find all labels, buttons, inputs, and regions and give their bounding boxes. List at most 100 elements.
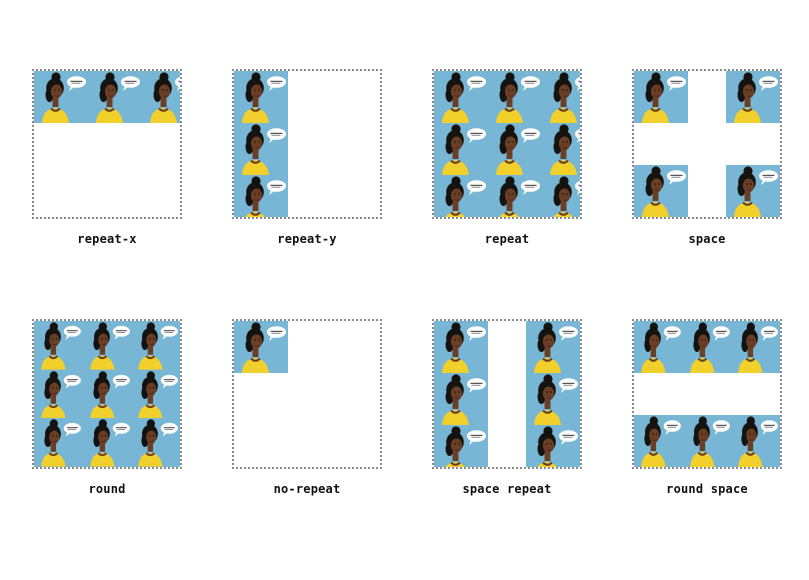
background-tile [488,175,542,217]
demo-box-no-repeat [232,319,382,469]
demo-caption: repeat [484,232,530,246]
woman-speech-bubble-icon [88,71,142,123]
background-tile [82,418,132,467]
demo-caption: space [688,232,726,246]
demo-box-repeat-x [32,69,182,219]
background-tile [731,321,780,373]
background-tile [131,321,180,370]
woman-speech-bubble-icon [726,71,780,123]
background-tile [88,71,142,123]
demo-box-space [632,69,782,219]
woman-speech-bubble-icon [34,369,83,419]
woman-speech-bubble-icon [634,321,683,373]
background-tile [34,418,83,467]
background-tile [526,373,580,425]
woman-speech-bubble-icon [82,321,132,370]
woman-speech-bubble-icon [82,418,132,467]
demo-caption: round [88,482,126,496]
woman-speech-bubble-icon [34,71,88,123]
demo-caption: repeat-x [77,232,137,246]
woman-speech-bubble-icon [434,175,488,217]
woman-speech-bubble-icon [34,321,83,370]
demo-repeat: repeat [432,69,582,246]
background-tile [526,425,580,467]
woman-speech-bubble-icon [726,165,780,217]
woman-speech-bubble-icon [434,71,488,123]
woman-speech-bubble-icon [488,175,542,217]
demo-space-repeat: space repeat [432,319,582,496]
woman-speech-bubble-icon [542,123,580,175]
background-tile [434,71,488,123]
woman-speech-bubble-icon [82,369,132,419]
background-tile [434,373,488,425]
background-tile [542,175,580,217]
background-tile [634,415,683,467]
woman-speech-bubble-icon [542,71,580,123]
woman-speech-bubble-icon [434,373,488,425]
woman-speech-bubble-icon [634,71,688,123]
background-tile [488,123,542,175]
demo-round-space: round space [632,319,782,496]
demo-repeat-x: repeat-x [32,69,182,246]
demo-box-round-space [632,319,782,469]
demo-box-repeat [432,69,582,219]
background-tile [731,415,780,467]
woman-speech-bubble-icon [434,425,488,467]
background-tile [726,165,780,217]
demo-caption: repeat-y [277,232,337,246]
background-tile [434,425,488,467]
background-tile [131,369,180,419]
background-tile [434,175,488,217]
woman-speech-bubble-icon [682,321,732,373]
background-tile [34,71,88,123]
woman-speech-bubble-icon [131,418,180,467]
woman-speech-bubble-icon [131,321,180,370]
woman-speech-bubble-icon [234,123,288,175]
demo-caption: space repeat [462,482,552,496]
demo-no-repeat: no-repeat [232,319,382,496]
background-tile [682,321,732,373]
demo-round: round [32,319,182,496]
background-tile [34,321,83,370]
woman-speech-bubble-icon [234,321,288,373]
background-tile [434,123,488,175]
woman-speech-bubble-icon [634,415,683,467]
background-tile [726,71,780,123]
background-tile [234,321,288,373]
woman-speech-bubble-icon [526,425,580,467]
woman-speech-bubble-icon [142,71,180,123]
woman-speech-bubble-icon [131,369,180,419]
background-tile [542,71,580,123]
background-tile [234,71,288,123]
background-tile [434,321,488,373]
background-tile [542,123,580,175]
background-tile [234,175,288,217]
woman-speech-bubble-icon [634,165,688,217]
background-tile [634,165,688,217]
background-tile [526,321,580,373]
demo-caption: round space [666,482,748,496]
demo-box-repeat-y [232,69,382,219]
background-tile [634,321,683,373]
woman-speech-bubble-icon [682,415,732,467]
woman-speech-bubble-icon [234,71,288,123]
background-tile [682,415,732,467]
woman-speech-bubble-icon [542,175,580,217]
woman-speech-bubble-icon [234,175,288,217]
demo-box-round [32,319,182,469]
demo-caption: no-repeat [273,482,341,496]
woman-speech-bubble-icon [731,415,780,467]
background-tile [34,369,83,419]
woman-speech-bubble-icon [526,373,580,425]
background-tile [82,321,132,370]
woman-speech-bubble-icon [488,123,542,175]
woman-speech-bubble-icon [434,123,488,175]
background-tile [634,71,688,123]
background-tile [82,369,132,419]
background-tile [131,418,180,467]
woman-speech-bubble-icon [34,418,83,467]
background-tile [142,71,180,123]
background-tile [488,71,542,123]
woman-speech-bubble-icon [488,71,542,123]
demo-repeat-y: repeat-y [232,69,382,246]
